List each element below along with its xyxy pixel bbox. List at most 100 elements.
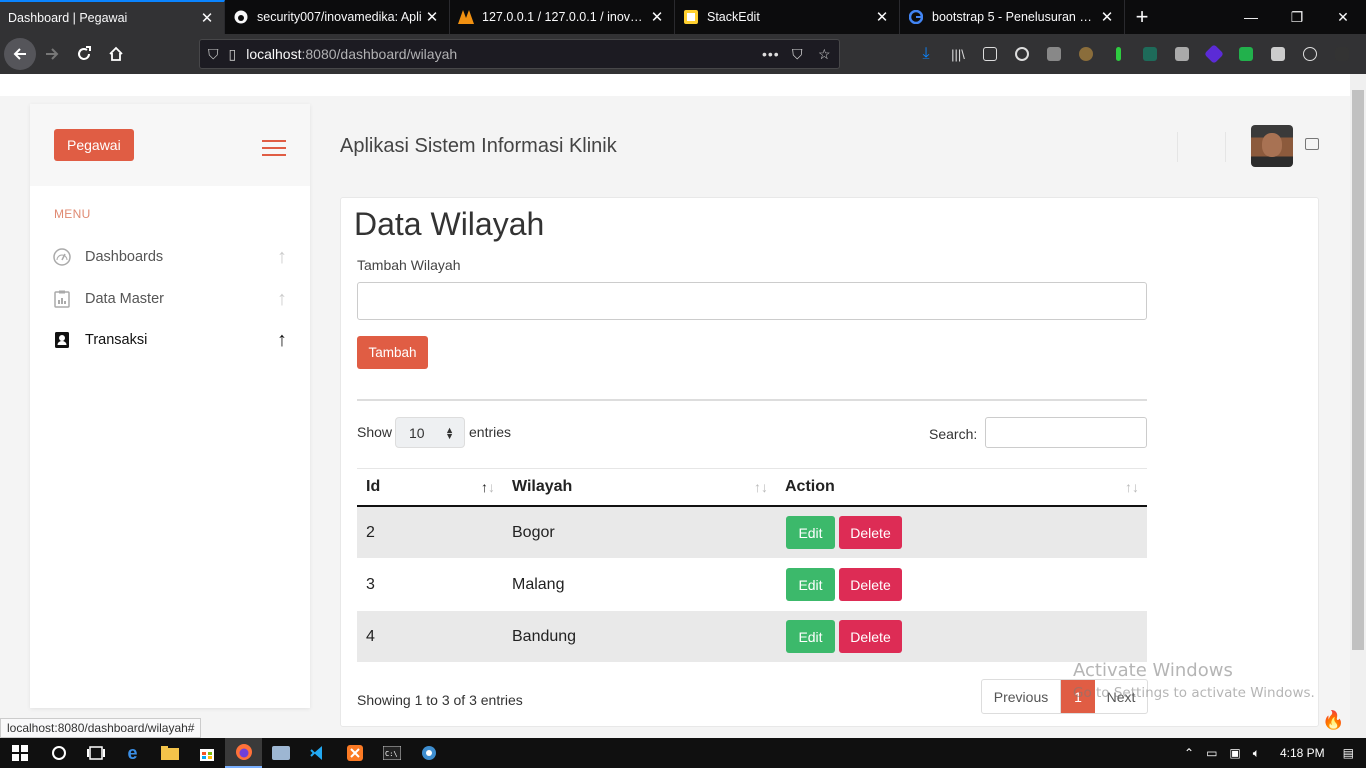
table-row: 3 Malang Edit Delete — [357, 559, 1147, 611]
show-label: Show — [357, 424, 393, 440]
extension-icon[interactable] — [1070, 40, 1102, 68]
tab-title: Dashboard | Pegawai — [8, 11, 128, 25]
extension-icon[interactable] — [1134, 40, 1166, 68]
volume-icon[interactable]: 🔈︎ — [1253, 746, 1260, 761]
extension-icon[interactable] — [1326, 40, 1358, 68]
entries-label: entries — [469, 424, 512, 440]
bookmark-star-icon[interactable]: ☆ — [818, 46, 831, 63]
task-view-icon[interactable] — [77, 738, 114, 768]
close-tab-icon[interactable]: ✕ — [198, 9, 216, 27]
sort-icon: ↑↓ — [481, 479, 495, 495]
account-icon[interactable] — [1006, 40, 1038, 68]
back-icon[interactable] — [4, 38, 36, 70]
extension-icon[interactable] — [1166, 40, 1198, 68]
browser-tab[interactable]: Dashboard | Pegawai ✕ — [0, 0, 225, 34]
terminal-icon[interactable]: C:\ — [373, 738, 410, 768]
close-tab-icon[interactable]: ✕ — [648, 8, 666, 26]
vscode-icon[interactable] — [299, 738, 336, 768]
column-header-action[interactable]: Action ↑↓ — [776, 468, 1147, 506]
forward-icon[interactable] — [36, 38, 68, 70]
battery-icon[interactable]: ▭ — [1206, 746, 1217, 760]
cell-action: Edit Delete — [776, 516, 1147, 549]
previous-page-button[interactable]: Previous — [982, 680, 1061, 713]
browser-nav-bar: ⛉ ▯ localhost:8080/dashboard/wilayah •••… — [0, 34, 1366, 74]
delete-button[interactable]: Delete — [839, 516, 902, 549]
app-icon[interactable] — [262, 738, 299, 768]
globe-icon[interactable] — [1294, 40, 1326, 68]
page-title: Data Wilayah — [354, 206, 545, 242]
windows-taskbar: e C:\ ⌃ ▭ ▣ 🔈︎ 4:18 PM ▤ — [0, 738, 1366, 768]
cell-action: Edit Delete — [776, 568, 1147, 601]
browser-tab[interactable]: security007/inovamedika: Apli ✕ — [225, 0, 450, 34]
notification-icon[interactable]: ▤ — [1343, 746, 1354, 760]
minimize-icon[interactable]: — — [1228, 0, 1274, 34]
pocket-icon[interactable]: ⛉ — [792, 46, 803, 63]
search-icon[interactable] — [40, 738, 77, 768]
avatar[interactable] — [1251, 125, 1293, 167]
extension-icon[interactable] — [1262, 40, 1294, 68]
wilayah-table: Id ↑↓ Wilayah ↑↓ Action ↑↓ 2 Bogor Edit … — [357, 468, 1147, 663]
close-tab-icon[interactable]: ✕ — [1098, 8, 1116, 26]
google-icon — [908, 9, 924, 25]
wilayah-input[interactable] — [357, 282, 1147, 320]
wilayah-card: Data Wilayah Tambah Wilayah Tambah Show … — [340, 197, 1319, 727]
column-header-id[interactable]: Id ↑↓ — [357, 468, 503, 506]
wilayah-field-label: Tambah Wilayah — [357, 257, 461, 273]
app-icon[interactable] — [410, 738, 447, 768]
new-tab-button[interactable]: + — [1125, 0, 1159, 34]
url-host: localhost — [246, 46, 302, 62]
extension-icon[interactable] — [1038, 40, 1070, 68]
windows-start-icon[interactable] — [0, 738, 40, 768]
address-bar[interactable]: ⛉ ▯ localhost:8080/dashboard/wilayah •••… — [199, 39, 840, 69]
menu-icon[interactable]: ☰ — [1358, 40, 1366, 68]
sidebar-item-transaksi[interactable]: Transaksi ↑ — [52, 325, 292, 355]
delete-button[interactable]: Delete — [839, 620, 902, 653]
tab-title: StackEdit — [707, 10, 760, 24]
sidebar-icon[interactable] — [974, 40, 1006, 68]
stackedit-icon — [683, 9, 699, 25]
edit-button[interactable]: Edit — [786, 568, 835, 601]
delete-button[interactable]: Delete — [839, 568, 902, 601]
chevron-up-icon[interactable]: ⌃ — [1184, 746, 1194, 760]
close-tab-icon[interactable]: ✕ — [873, 8, 891, 26]
browser-tab-strip: Dashboard | Pegawai ✕ security007/inovam… — [0, 0, 1366, 34]
xampp-icon[interactable] — [336, 738, 373, 768]
browser-tab[interactable]: StackEdit ✕ — [675, 0, 900, 34]
network-icon[interactable]: ▣ — [1229, 746, 1240, 760]
arrow-up-icon: ↑ — [277, 245, 287, 268]
download-icon[interactable]: ⤓ — [910, 40, 942, 68]
extension-icon[interactable] — [1230, 40, 1262, 68]
brand-button[interactable]: Pegawai — [54, 129, 134, 161]
search-input[interactable] — [985, 417, 1147, 448]
hamburger-menu-icon[interactable] — [262, 140, 286, 161]
extension-icon[interactable] — [1102, 40, 1134, 68]
edge-icon[interactable]: e — [114, 738, 151, 768]
file-explorer-icon[interactable] — [151, 738, 188, 768]
browser-tab[interactable]: bootstrap 5 - Penelusuran Goo ✕ — [900, 0, 1125, 34]
close-window-icon[interactable]: ✕ — [1320, 0, 1366, 34]
column-header-label: Wilayah — [512, 478, 573, 495]
page-length-select[interactable]: 10 ▲ ▼ — [395, 417, 465, 448]
edit-button[interactable]: Edit — [786, 620, 835, 653]
cell-id: 2 — [366, 523, 375, 541]
reload-icon[interactable] — [68, 38, 100, 70]
clock[interactable]: 4:18 PM — [1280, 746, 1325, 760]
page-scrollbar[interactable] — [1350, 74, 1366, 738]
extension-icon[interactable] — [1198, 40, 1230, 68]
store-icon[interactable] — [188, 738, 225, 768]
library-icon[interactable]: |||\ — [942, 40, 974, 68]
sidebar-item-data-master[interactable]: Data Master ↑ — [52, 284, 292, 314]
chat-icon[interactable] — [1305, 138, 1319, 150]
page-actions-icon[interactable]: ••• — [762, 46, 780, 62]
close-tab-icon[interactable]: ✕ — [423, 8, 441, 26]
shield-icon[interactable]: ⛉ — [208, 46, 219, 63]
sidebar-item-dashboards[interactable]: Dashboards ↑ — [52, 242, 292, 272]
browser-tab[interactable]: 127.0.0.1 / 127.0.0.1 / inovamed ✕ — [450, 0, 675, 34]
restore-icon[interactable]: ❐ — [1274, 0, 1320, 34]
edit-button[interactable]: Edit — [786, 516, 835, 549]
firefox-icon[interactable] — [225, 738, 262, 768]
fire-icon[interactable]: 🔥 — [1322, 710, 1344, 731]
column-header-wilayah[interactable]: Wilayah ↑↓ — [503, 468, 776, 506]
home-icon[interactable] — [100, 38, 132, 70]
add-wilayah-button[interactable]: Tambah — [357, 336, 428, 369]
